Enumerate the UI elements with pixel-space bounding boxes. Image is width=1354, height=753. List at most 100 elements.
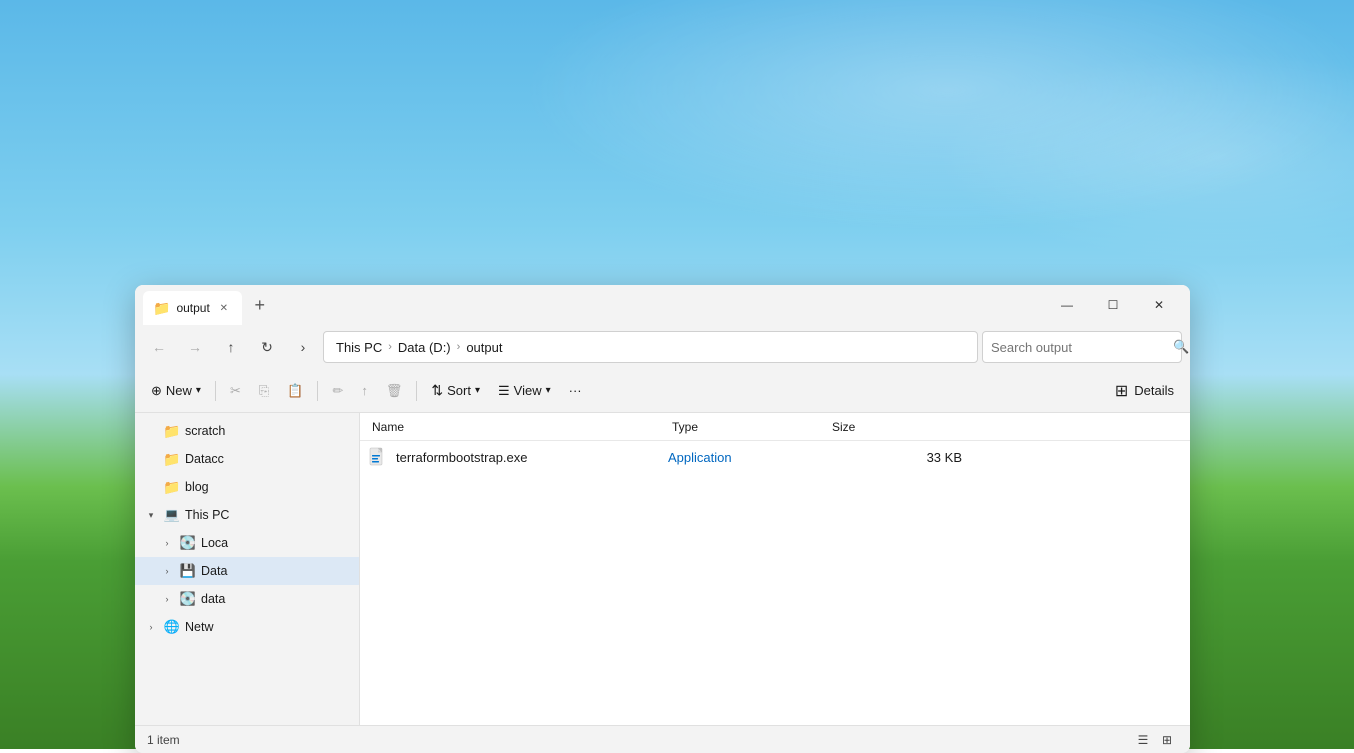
paste-icon: 📋	[287, 383, 303, 399]
sidebar-label-this-pc: This PC	[185, 508, 351, 522]
list-view-button[interactable]: ☰	[1132, 729, 1154, 751]
up-button[interactable]: ↑	[215, 331, 247, 363]
breadcrumb-output[interactable]: output	[462, 338, 506, 357]
view-label: View	[514, 383, 542, 398]
sidebar-label-blog: blog	[185, 480, 351, 494]
sidebar-spacer-datacc	[143, 451, 159, 467]
new-tab-button[interactable]: +	[246, 291, 274, 319]
details-button[interactable]: ⊞ Details	[1107, 375, 1182, 407]
sidebar-pc-icon: 💻	[163, 506, 181, 524]
content-area: 📁 scratch 📁 Datacc 📁 blog	[135, 413, 1190, 725]
file-type-cell: Application	[668, 450, 828, 465]
details-label: Details	[1134, 383, 1174, 398]
tab-label: output	[176, 301, 209, 315]
expand-button[interactable]: ›	[287, 331, 319, 363]
sidebar: 📁 scratch 📁 Datacc 📁 blog	[135, 413, 360, 725]
table-row[interactable]: terraformbootstrap.exe Application 33 KB	[360, 441, 1190, 473]
sidebar-item-scratch[interactable]: 📁 scratch	[135, 417, 359, 445]
sidebar-label-data2: data	[201, 592, 351, 606]
search-box[interactable]: 🔍	[982, 331, 1182, 363]
paste-button[interactable]: 📋	[279, 375, 311, 407]
view-icon: ☰	[498, 383, 510, 399]
breadcrumb-bar[interactable]: This PC › Data (D:) › output	[323, 331, 978, 363]
sidebar-item-this-pc[interactable]: ▾ 💻 This PC	[135, 501, 359, 529]
new-plus-icon: ⊕	[151, 383, 162, 399]
share-icon: ↑	[361, 383, 368, 398]
sidebar-folder-icon-datacc: 📁	[163, 450, 181, 468]
sidebar-network-icon: 🌐	[163, 618, 181, 636]
delete-button[interactable]: 🗑	[378, 375, 411, 407]
file-name: terraformbootstrap.exe	[396, 450, 528, 465]
sidebar-drive-icon-local: 💽	[179, 534, 197, 552]
share-button[interactable]: ↑	[353, 375, 376, 407]
sidebar-chevron-local: ›	[159, 535, 175, 551]
sidebar-item-data-d[interactable]: › 💾 Data	[135, 557, 359, 585]
file-list: Name Type Size	[360, 413, 1190, 725]
forward-button[interactable]: →	[179, 331, 211, 363]
sidebar-label-datacc: Datacc	[185, 452, 351, 466]
minimize-button[interactable]: —	[1044, 289, 1090, 321]
sidebar-chevron-network: ›	[143, 619, 159, 635]
breadcrumb-data-d[interactable]: Data (D:)	[394, 338, 455, 357]
file-name-cell: terraformbootstrap.exe	[368, 447, 668, 467]
refresh-button[interactable]: ↻	[251, 331, 283, 363]
sidebar-item-data2[interactable]: › 💽 data	[135, 585, 359, 613]
new-chevron-icon: ▾	[196, 385, 201, 396]
new-button[interactable]: ⊕ New ▾	[143, 375, 209, 407]
view-chevron-icon: ▾	[546, 385, 551, 396]
more-button[interactable]: ···	[561, 375, 590, 407]
sidebar-chevron-this-pc: ▾	[143, 507, 159, 523]
sidebar-item-local[interactable]: › 💽 Loca	[135, 529, 359, 557]
toolbar-separator-2	[317, 381, 318, 401]
col-header-name[interactable]: Name	[368, 420, 668, 434]
sort-button[interactable]: ⇅ Sort ▾	[423, 375, 488, 407]
sidebar-drive-icon-data2: 💽	[179, 590, 197, 608]
address-bar: ← → ↑ ↻ › This PC › Data (D:) › output 🔍	[135, 325, 1190, 369]
copy-icon: ⎘	[259, 383, 269, 399]
grid-view-button[interactable]: ⊞	[1156, 729, 1178, 751]
sidebar-item-network[interactable]: › 🌐 Netw	[135, 613, 359, 641]
sidebar-label-scratch: scratch	[185, 424, 351, 438]
sidebar-spacer-blog	[143, 479, 159, 495]
window-controls: — ☐ ✕	[1044, 289, 1182, 321]
maximize-button[interactable]: ☐	[1090, 289, 1136, 321]
tab-close-button[interactable]: ✕	[216, 300, 232, 316]
sidebar-label-local: Loca	[201, 536, 351, 550]
file-explorer-window: 📁 output ✕ + — ☐ ✕ ← → ↑ ↻ › This PC › D…	[135, 285, 1190, 753]
col-header-size[interactable]: Size	[828, 420, 978, 434]
sidebar-drive-icon-data: 💾	[179, 562, 197, 580]
cut-button[interactable]: ✂	[222, 375, 249, 407]
breadcrumb-sep-1: ›	[388, 341, 392, 353]
tab-folder-icon: 📁	[153, 300, 170, 317]
sidebar-label-data-d: Data	[201, 564, 351, 578]
sidebar-folder-icon-blog: 📁	[163, 478, 181, 496]
breadcrumb-this-pc[interactable]: This PC	[332, 338, 386, 357]
title-bar: 📁 output ✕ + — ☐ ✕	[135, 285, 1190, 325]
sidebar-chevron-data2: ›	[159, 591, 175, 607]
sidebar-label-network: Netw	[185, 620, 351, 634]
file-size-cell: 33 KB	[828, 450, 978, 465]
back-button[interactable]: ←	[143, 331, 175, 363]
sidebar-folder-icon-scratch: 📁	[163, 422, 181, 440]
copy-button[interactable]: ⎘	[251, 375, 277, 407]
cut-icon: ✂	[230, 383, 241, 399]
more-icon: ···	[569, 383, 582, 398]
rename-button[interactable]: ✏	[324, 375, 351, 407]
sort-icon: ⇅	[431, 382, 443, 399]
search-icon[interactable]: 🔍	[1173, 339, 1189, 355]
search-input[interactable]	[991, 340, 1167, 355]
sort-chevron-icon: ▾	[475, 385, 480, 396]
file-list-header: Name Type Size	[360, 413, 1190, 441]
status-view-buttons: ☰ ⊞	[1132, 729, 1178, 751]
toolbar-separator-3	[416, 381, 417, 401]
sidebar-item-blog[interactable]: 📁 blog	[135, 473, 359, 501]
window-tab[interactable]: 📁 output ✕	[143, 291, 242, 325]
rename-icon: ✏	[332, 383, 343, 399]
toolbar: ⊕ New ▾ ✂ ⎘ 📋 ✏ ↑ 🗑 ⇅ Sort ▾ ☰	[135, 369, 1190, 413]
sidebar-item-datacc[interactable]: 📁 Datacc	[135, 445, 359, 473]
close-button[interactable]: ✕	[1136, 289, 1182, 321]
toolbar-separator-1	[215, 381, 216, 401]
details-icon: ⊞	[1115, 381, 1128, 401]
col-header-type[interactable]: Type	[668, 420, 828, 434]
view-button[interactable]: ☰ View ▾	[490, 375, 559, 407]
